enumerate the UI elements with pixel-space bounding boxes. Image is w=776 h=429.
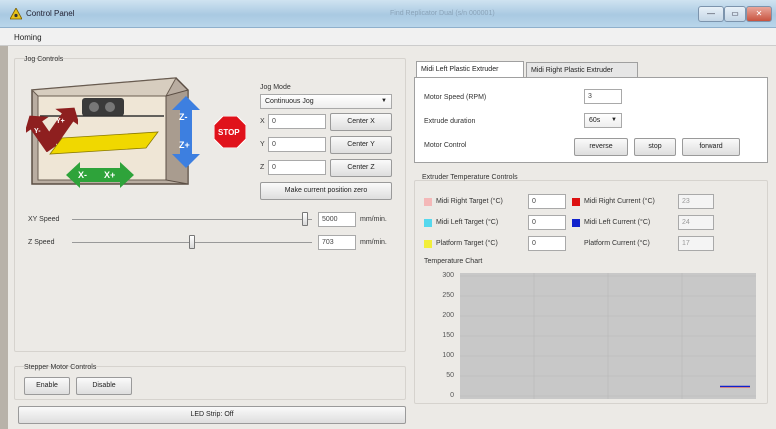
y-tick-label: 300 [442, 272, 454, 279]
jog-mode-label: Jog Mode [260, 84, 291, 91]
maximize-button[interactable]: ▭ [724, 6, 746, 22]
center-z-button[interactable]: Center Z [330, 159, 392, 177]
z-speed-unit: mm/min. [360, 239, 387, 246]
chevron-down-icon: ▼ [611, 117, 617, 123]
z-speed-label: Z Speed [28, 239, 55, 246]
y-tick-label: 50 [446, 372, 454, 379]
tab-midi-left-extruder[interactable]: Midi Left Plastic Extruder [416, 61, 524, 78]
window-subtitle: Find Replicator Dual (s/n 000001) [390, 10, 495, 17]
left-current-label: Midi Left Current (°C) [584, 219, 651, 226]
center-y-button[interactable]: Center Y [330, 136, 392, 154]
window-title: Control Panel [26, 9, 75, 18]
z-minus-label: Z- [179, 112, 188, 122]
y-tick-label: 200 [442, 312, 454, 319]
platform-target-swatch [424, 240, 432, 248]
right-target-label: Midi Right Target (°C) [436, 198, 503, 205]
xy-speed-field[interactable]: 5000 [318, 212, 356, 227]
title-bar[interactable] [0, 0, 776, 28]
xy-speed-label: XY Speed [28, 216, 60, 223]
platform-target-label: Platform Target (°C) [436, 240, 498, 247]
left-target-swatch [424, 219, 432, 227]
y-tick-label: 100 [442, 352, 454, 359]
motor-speed-label: Motor Speed (RPM) [424, 94, 487, 101]
x-minus-label: X- [78, 170, 87, 180]
jog-mode-value: Continuous Jog [265, 98, 314, 105]
motor-control-label: Motor Control [424, 142, 467, 149]
jog-mode-select[interactable]: Continuous Jog ▼ [260, 94, 392, 109]
z-plus-arrow[interactable] [172, 132, 200, 168]
y-axis-label: Y [260, 141, 265, 148]
stepper-title: Stepper Motor Controls [24, 364, 97, 371]
stop-label: STOP [218, 128, 240, 137]
x-axis-label: X [260, 118, 265, 125]
right-target-swatch [424, 198, 432, 206]
right-current-label: Midi Right Current (°C) [584, 198, 655, 205]
platform-current-label: Platform Current (°C) [584, 240, 650, 247]
xy-speed-slider[interactable] [301, 212, 308, 226]
y-tick-label: 0 [450, 392, 454, 399]
z-position-field[interactable]: 0 [268, 160, 326, 175]
disable-button[interactable]: Disable [76, 377, 132, 395]
y-plus-label: Y+ [56, 118, 65, 125]
extrude-duration-label: Extrude duration [424, 118, 476, 125]
extrude-duration-value: 60s [589, 117, 601, 124]
extrude-duration-select[interactable]: 60s ▼ [584, 113, 622, 128]
minimize-button[interactable]: — [698, 6, 724, 22]
motor-speed-field[interactable]: 3 [584, 89, 622, 104]
chevron-down-icon: ▼ [381, 98, 387, 104]
chart-title: Temperature Chart [424, 258, 483, 265]
y-tick-label: 150 [442, 332, 454, 339]
z-axis-label: Z [260, 164, 265, 171]
jog-controls-title: Jog Controls [24, 56, 64, 63]
chart-plot [460, 273, 756, 399]
y-minus-label: Y- [34, 128, 41, 135]
right-target-field[interactable]: 0 [528, 194, 566, 209]
forward-button[interactable]: forward [682, 138, 740, 156]
left-target-field[interactable]: 0 [528, 215, 566, 230]
z-plus-label: Z+ [179, 140, 190, 150]
right-current-swatch [572, 198, 580, 206]
y-tick-label: 250 [442, 292, 454, 299]
close-button[interactable]: ✕ [746, 6, 772, 22]
stop-motor-button[interactable]: stop [634, 138, 676, 156]
left-current-field: 24 [678, 215, 714, 230]
stepper-group [14, 366, 406, 400]
tab-midi-right-extruder[interactable]: Midi Right Plastic Extruder [526, 62, 638, 78]
left-current-swatch [572, 219, 580, 227]
menu-bar [0, 28, 776, 46]
window-edge [0, 46, 8, 429]
app-icon [10, 8, 22, 20]
right-current-field: 23 [678, 194, 714, 209]
make-position-zero-button[interactable]: Make current position zero [260, 182, 392, 200]
left-target-label: Midi Left Target (°C) [436, 219, 499, 226]
menu-homing[interactable]: Homing [14, 33, 42, 42]
x-plus-label: X+ [104, 170, 116, 180]
x-position-field[interactable]: 0 [268, 114, 326, 129]
z-speed-field[interactable]: 703 [318, 235, 356, 250]
temperature-title: Extruder Temperature Controls [422, 174, 518, 181]
z-speed-slider[interactable] [189, 235, 195, 249]
platform-current-field: 17 [678, 236, 714, 251]
center-x-button[interactable]: Center X [330, 113, 392, 131]
xy-speed-track [72, 219, 312, 220]
y-position-field[interactable]: 0 [268, 137, 326, 152]
xy-speed-unit: mm/min. [360, 216, 387, 223]
enable-button[interactable]: Enable [24, 377, 70, 395]
led-strip-button[interactable]: LED Strip: Off [18, 406, 406, 424]
platform-target-field[interactable]: 0 [528, 236, 566, 251]
reverse-button[interactable]: reverse [574, 138, 628, 156]
